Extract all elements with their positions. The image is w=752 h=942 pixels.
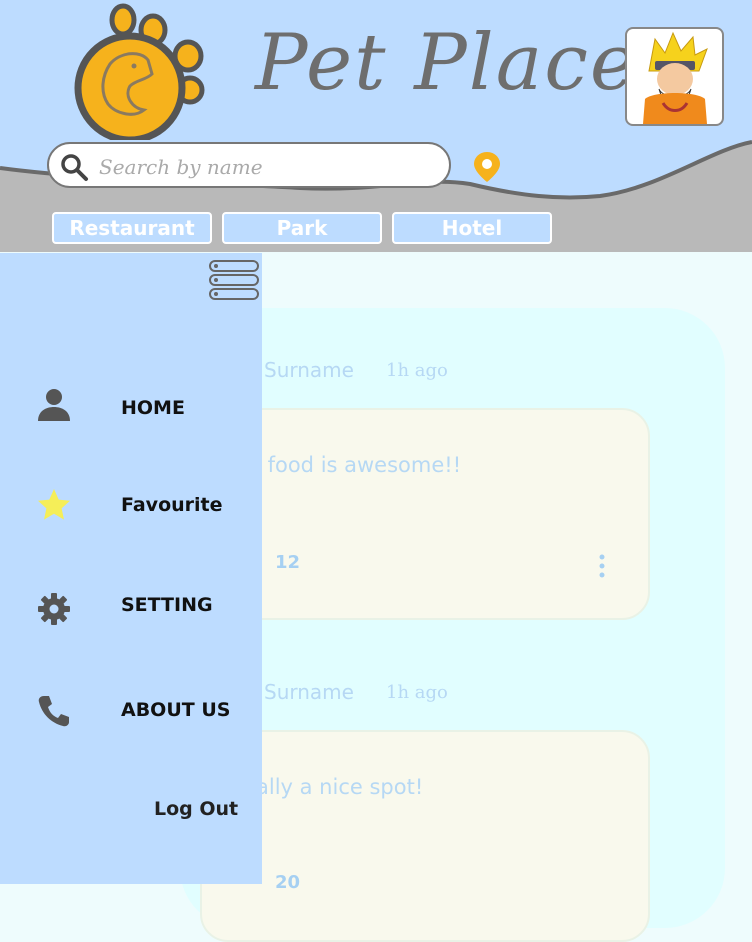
paw-logo-icon [74, 3, 205, 140]
star-icon [38, 489, 70, 520]
location-pin-icon[interactable] [472, 150, 502, 184]
post-author: Surname [264, 680, 354, 704]
post-time: 1h ago [386, 682, 448, 703]
avatar-picture [643, 31, 708, 124]
gear-icon [38, 593, 70, 625]
post-like-count: 20 [275, 872, 301, 893]
search-input[interactable] [97, 151, 441, 183]
post-text: ally a nice spot! [256, 775, 424, 799]
category-hotel-button[interactable]: Hotel [392, 212, 552, 244]
category-restaurant-button[interactable]: Restaurant [52, 212, 212, 244]
user-avatar[interactable] [625, 27, 724, 126]
nav-label-setting: SETTING [121, 594, 213, 616]
logout-button[interactable]: Log Out [154, 798, 238, 820]
category-park-button[interactable]: Park [222, 212, 382, 244]
more-options-icon[interactable] [598, 553, 606, 579]
side-drawer: HOME Favourite SETTING ABOUT US Log Out [0, 253, 262, 884]
post-author: Surname [264, 358, 354, 382]
nav-label-about-us: ABOUT US [121, 699, 231, 721]
app-header: Pet Places Restaurant Park Hotel [0, 0, 752, 252]
post-like-count: 12 [275, 552, 301, 573]
nav-label-favourite: Favourite [121, 494, 223, 516]
person-icon [38, 389, 70, 421]
post-time: 1h ago [386, 360, 448, 381]
post-bubble [200, 730, 650, 942]
phone-icon [38, 696, 69, 727]
search-icon [61, 154, 88, 181]
nav-label-home: HOME [121, 397, 185, 419]
post-bubble [200, 408, 650, 620]
app-title: Pet Places [255, 18, 681, 108]
menu-toggle-icon[interactable] [208, 257, 260, 301]
post-text: e food is awesome!! [248, 453, 462, 477]
search-bar[interactable] [47, 142, 451, 188]
